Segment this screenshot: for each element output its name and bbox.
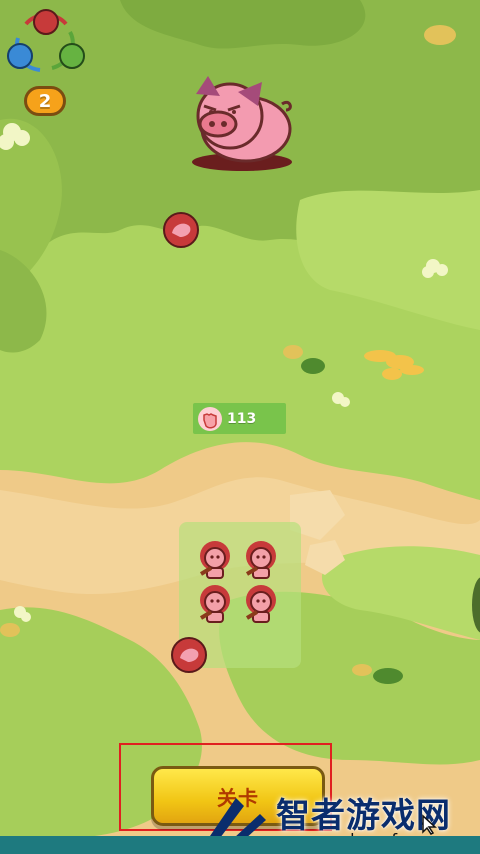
lion-warrior-icon (244, 583, 278, 624)
power-indicator: 113 (193, 403, 286, 434)
lion-warrior-icon (198, 539, 232, 580)
meat-icon[interactable] (162, 211, 200, 249)
power-value: 113 (227, 410, 257, 427)
meat-icon[interactable] (170, 636, 208, 674)
lion-warrior-icon (244, 539, 278, 580)
level-number: 2 (38, 90, 52, 112)
watermark-logo-icon (210, 798, 266, 840)
level-badge: 2 (24, 86, 66, 116)
cursor-icon (422, 814, 437, 835)
fist-icon (198, 406, 222, 431)
pig-enemy[interactable] (186, 74, 298, 174)
unit-formation[interactable] (195, 538, 287, 632)
element-cycle-icon[interactable] (6, 6, 86, 82)
lion-warrior-icon (198, 583, 232, 624)
bottom-strip (0, 836, 480, 854)
